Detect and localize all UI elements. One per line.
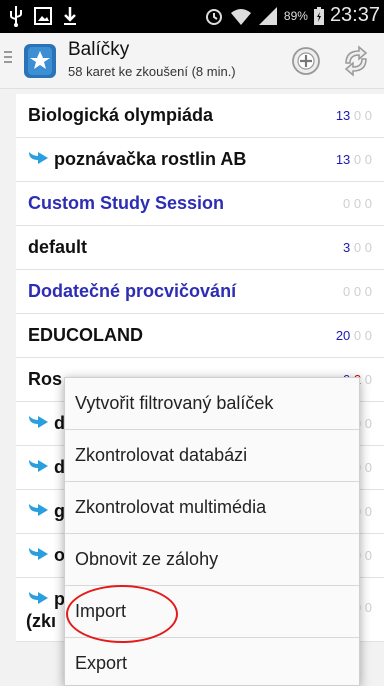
deck-row[interactable]: Biologická olympiáda 13 0 0 xyxy=(16,94,384,138)
deck-counts: 0 0 0 xyxy=(343,284,372,299)
battery-icon xyxy=(313,6,324,25)
drawer-indicator[interactable] xyxy=(4,51,12,66)
battery-percent: 89% xyxy=(283,8,308,23)
subdeck-arrow-icon xyxy=(29,548,48,560)
clock: 23:37 xyxy=(329,4,380,26)
deck-name: Ros xyxy=(28,369,63,389)
subdeck-name: d xyxy=(26,413,65,434)
highlight-circle-annotation xyxy=(66,585,178,643)
deck-row[interactable]: poznávačka rostlin AB 13 0 0 xyxy=(16,138,384,182)
notification-icons xyxy=(8,5,78,27)
subdeck-name: p (zkı xyxy=(26,589,65,631)
action-bar: Balíčky 58 karet ke zkoušení (8 min.) xyxy=(0,33,384,89)
subdeck-arrow-icon xyxy=(29,460,48,472)
deck-row[interactable]: Custom Study Session 0 0 0 xyxy=(16,182,384,226)
deck-name: EDUCOLAND xyxy=(28,325,143,345)
deck-counts: 3 0 0 xyxy=(343,240,372,255)
filtered-deck-name: Dodatečné procvičování xyxy=(28,281,237,301)
subdeck-arrow-icon xyxy=(29,592,48,604)
usb-icon xyxy=(10,6,22,27)
subdeck-name: o xyxy=(26,545,65,566)
anki-logo-icon[interactable] xyxy=(20,41,60,81)
app-subtitle: 58 karet ke zkoušení (8 min.) xyxy=(68,64,236,79)
status-bar: 89% 23:37 xyxy=(0,0,384,33)
menu-item-check-database[interactable]: Zkontrolovat databázi xyxy=(65,430,359,482)
signal-icon xyxy=(258,6,277,25)
app-title: Balíčky xyxy=(68,39,130,60)
system-icons: 89% 23:37 xyxy=(204,4,380,27)
add-icon[interactable] xyxy=(288,43,324,79)
deck-counts: 20 0 0 xyxy=(335,328,372,343)
subdeck-name: d xyxy=(26,457,65,478)
menu-item-restore-backup[interactable]: Obnovit ze zálohy xyxy=(65,534,359,586)
deck-counts: 13 0 0 xyxy=(335,152,372,167)
alarm-icon xyxy=(205,8,222,25)
gallery-icon xyxy=(34,7,52,25)
subdeck-arrow-icon xyxy=(29,416,48,428)
deck-row[interactable]: EDUCOLAND 20 0 0 xyxy=(16,314,384,358)
filtered-deck-name: Custom Study Session xyxy=(28,193,225,213)
sync-icon[interactable] xyxy=(338,43,374,79)
menu-item-create-filtered-deck[interactable]: Vytvořit filtrovaný balíček xyxy=(65,378,359,430)
deck-row[interactable]: default 3 0 0 xyxy=(16,226,384,270)
deck-name: default xyxy=(28,237,88,257)
deck-counts: 13 0 0 xyxy=(335,108,372,123)
download-icon xyxy=(64,7,76,25)
deck-row[interactable]: Dodatečné procvičování 0 0 0 xyxy=(16,270,384,314)
menu-item-export[interactable]: Export xyxy=(65,638,359,685)
menu-item-check-media[interactable]: Zkontrolovat multimédia xyxy=(65,482,359,534)
subdeck-arrow-icon xyxy=(29,152,48,164)
subdeck-arrow-icon xyxy=(29,504,48,516)
subdeck-name: g xyxy=(26,501,65,522)
wifi-icon xyxy=(230,8,251,25)
deck-counts: 0 0 0 xyxy=(343,196,372,211)
subdeck-name: poznávačka rostlin AB xyxy=(26,149,246,170)
deck-name: Biologická olympiáda xyxy=(28,105,214,125)
